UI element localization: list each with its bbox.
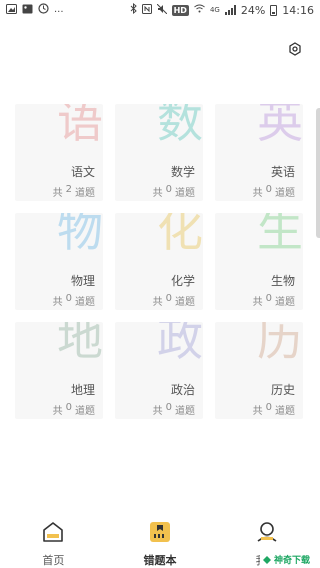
nfc-icon bbox=[141, 3, 152, 17]
subject-big-char: 历 bbox=[257, 322, 303, 366]
subject-card-biology[interactable]: 生 生物 共 0 道题 bbox=[215, 213, 303, 310]
subject-big-char: 化 bbox=[157, 213, 203, 257]
signal-icon bbox=[224, 5, 236, 15]
count-value: 0 bbox=[165, 293, 172, 304]
subject-count: 共 0 道题 bbox=[253, 402, 295, 417]
subject-name: 化学 bbox=[170, 274, 195, 288]
count-suffix: 道题 bbox=[75, 297, 95, 308]
subject-card-geography[interactable]: 地 地理 共 0 道题 bbox=[15, 322, 103, 419]
subject-count: 共 0 道题 bbox=[53, 293, 95, 308]
subject-name: 语文 bbox=[70, 165, 95, 179]
subject-big-char: 数 bbox=[157, 104, 203, 148]
count-prefix: 共 bbox=[252, 297, 263, 308]
subject-name: 物理 bbox=[70, 274, 95, 288]
status-right: HD 4G 24% 14:16 bbox=[130, 2, 314, 17]
subject-count: 共 0 道题 bbox=[253, 184, 295, 199]
mute-icon bbox=[156, 3, 167, 17]
count-prefix: 共 bbox=[252, 188, 263, 199]
subject-card-chinese[interactable]: 语 语文 共 2 道题 bbox=[15, 104, 103, 201]
subject-name: 历史 bbox=[270, 383, 295, 397]
subject-name: 英语 bbox=[270, 165, 295, 179]
notebook-icon bbox=[148, 520, 172, 548]
gallery-notification-icon bbox=[22, 4, 33, 17]
subject-big-char: 生 bbox=[257, 213, 303, 257]
subject-count: 共 0 道题 bbox=[53, 402, 95, 417]
watermark-text: 神奇下载 bbox=[273, 556, 310, 566]
count-prefix: 共 bbox=[152, 297, 163, 308]
battery-icon bbox=[270, 4, 278, 16]
nav-home-label: 首页 bbox=[42, 554, 65, 567]
count-prefix: 共 bbox=[152, 188, 163, 199]
count-suffix: 道题 bbox=[175, 297, 195, 308]
count-prefix: 共 bbox=[52, 297, 63, 308]
network-type: 4G bbox=[209, 6, 220, 14]
nav-wrongbook-label: 错题本 bbox=[143, 554, 177, 567]
count-value: 0 bbox=[65, 402, 72, 413]
subject-name: 政治 bbox=[170, 383, 195, 397]
subject-big-char: 英 bbox=[257, 104, 303, 148]
subject-big-char: 语 bbox=[57, 104, 103, 148]
subject-count: 共 2 道题 bbox=[53, 184, 95, 199]
count-prefix: 共 bbox=[52, 406, 63, 417]
count-prefix: 共 bbox=[152, 406, 163, 417]
count-value: 0 bbox=[265, 402, 272, 413]
subject-big-char: 物 bbox=[57, 213, 103, 257]
count-value: 0 bbox=[165, 184, 172, 195]
subject-card-chemistry[interactable]: 化 化学 共 0 道题 bbox=[115, 213, 203, 310]
count-suffix: 道题 bbox=[75, 406, 95, 417]
user-icon bbox=[255, 520, 279, 548]
settings-button[interactable] bbox=[285, 40, 305, 60]
subject-count: 共 0 道题 bbox=[153, 402, 195, 417]
wifi-icon bbox=[194, 4, 205, 16]
more-notifications: ... bbox=[54, 4, 64, 15]
edge-panel-handle[interactable] bbox=[316, 108, 320, 238]
subject-card-math[interactable]: 数 数学 共 0 道题 bbox=[115, 104, 203, 201]
subject-card-physics[interactable]: 物 物理 共 0 道题 bbox=[15, 213, 103, 310]
subject-count: 共 0 道题 bbox=[253, 293, 295, 308]
count-value: 0 bbox=[165, 402, 172, 413]
subject-grid: 语 语文 共 2 道题 数 数学 共 0 道题 英 英语 共 0 道题 物 物理 共 0 道题 … bbox=[15, 104, 303, 419]
watermark-logo-icon bbox=[262, 550, 272, 568]
count-value: 0 bbox=[265, 184, 272, 195]
subject-count: 共 0 道题 bbox=[153, 293, 195, 308]
count-suffix: 道题 bbox=[175, 188, 195, 199]
sync-notification-icon bbox=[38, 3, 49, 17]
bluetooth-icon bbox=[130, 2, 137, 17]
battery-percent: 24% bbox=[240, 3, 266, 17]
home-icon bbox=[41, 520, 65, 548]
count-suffix: 道题 bbox=[275, 406, 295, 417]
subject-card-history[interactable]: 历 历史 共 0 道题 bbox=[215, 322, 303, 419]
subject-name: 生物 bbox=[270, 274, 295, 288]
count-value: 0 bbox=[265, 293, 272, 304]
subject-big-char: 政 bbox=[157, 322, 203, 366]
subject-name: 地理 bbox=[70, 383, 95, 397]
status-left: ... bbox=[6, 3, 64, 17]
subject-name: 数学 bbox=[170, 165, 195, 179]
watermark: 神奇下载 bbox=[259, 550, 312, 568]
image-notification-icon bbox=[6, 3, 17, 17]
subject-count: 共 0 道题 bbox=[153, 184, 195, 199]
count-suffix: 道题 bbox=[175, 406, 195, 417]
hd-badge: HD bbox=[171, 4, 189, 16]
count-value: 2 bbox=[65, 184, 72, 195]
nav-home[interactable]: 首页 bbox=[13, 510, 93, 568]
count-suffix: 道题 bbox=[275, 297, 295, 308]
subject-card-english[interactable]: 英 英语 共 0 道题 bbox=[215, 104, 303, 201]
subject-big-char: 地 bbox=[57, 322, 103, 366]
status-bar: ... HD 4G 24% 14:16 bbox=[0, 0, 320, 20]
count-value: 0 bbox=[65, 293, 72, 304]
count-suffix: 道题 bbox=[275, 188, 295, 199]
count-prefix: 共 bbox=[52, 188, 63, 199]
gear-icon bbox=[288, 41, 302, 60]
status-time: 14:16 bbox=[282, 3, 314, 17]
count-suffix: 道题 bbox=[75, 188, 95, 199]
nav-wrongbook[interactable]: 错题本 bbox=[120, 510, 200, 568]
count-prefix: 共 bbox=[252, 406, 263, 417]
subject-card-politics[interactable]: 政 政治 共 0 道题 bbox=[115, 322, 203, 419]
